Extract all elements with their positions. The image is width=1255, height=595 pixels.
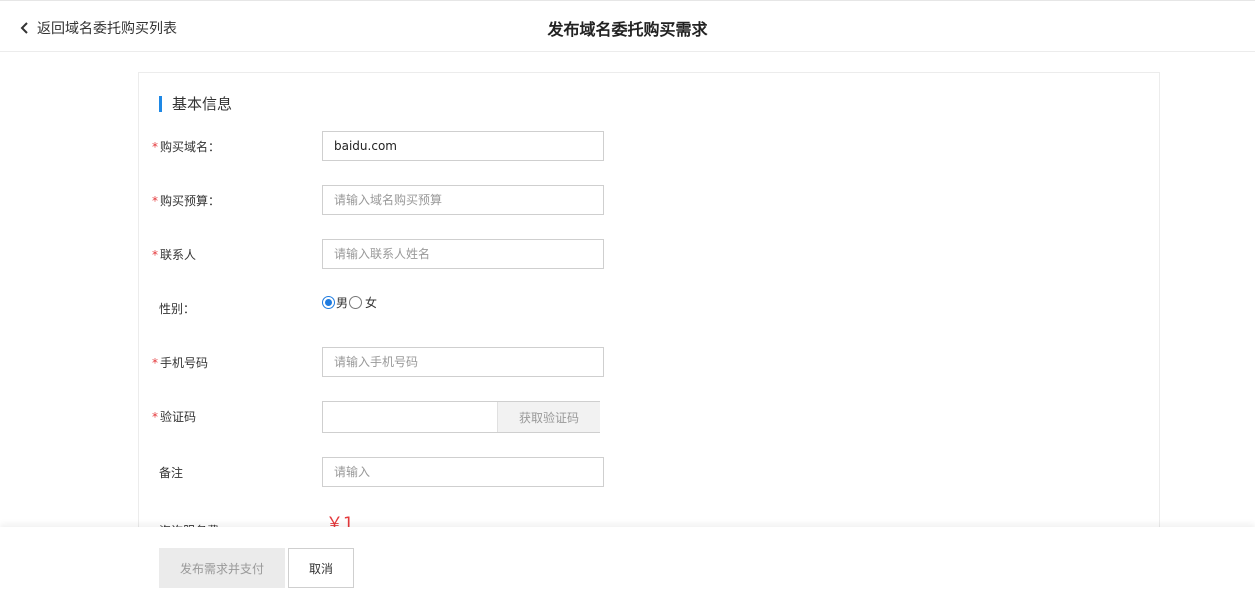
- section-header: 基本信息: [159, 93, 232, 114]
- gender-female-radio[interactable]: [349, 296, 363, 309]
- contact-label: * 联系人: [152, 248, 197, 262]
- required-mark: *: [152, 410, 158, 424]
- gender-label: 性别：: [159, 302, 196, 316]
- required-mark: *: [152, 194, 158, 208]
- remark-label: 备注: [159, 466, 184, 480]
- page-title: 发布域名委托购买需求: [547, 20, 708, 39]
- required-mark: *: [152, 356, 158, 370]
- footer-action-bar: 发布需求并支付 取消: [0, 527, 1255, 595]
- top-bar: 返回域名委托购买列表 发布域名委托购买需求: [0, 0, 1255, 52]
- code-input[interactable]: [323, 402, 498, 432]
- gender-male-radio[interactable]: [322, 296, 335, 309]
- contact-row: * 联系人: [139, 239, 1159, 271]
- get-code-button[interactable]: 获取验证码: [497, 402, 600, 432]
- gender-row: 性别： 男 女: [139, 293, 1159, 325]
- gender-radio-group: 男 女: [322, 294, 378, 311]
- domain-label: * 购买域名：: [152, 140, 221, 154]
- budget-input[interactable]: [322, 185, 604, 215]
- code-label: * 验证码: [152, 410, 197, 424]
- phone-row: * 手机号码: [139, 347, 1159, 379]
- domain-row: * 购买域名：: [139, 131, 1159, 163]
- phone-label: * 手机号码: [152, 356, 209, 370]
- budget-label: * 购买预算：: [152, 194, 221, 208]
- required-mark: *: [152, 140, 158, 154]
- section-accent-bar: [159, 95, 162, 112]
- basic-info-card: 基本信息 *购买域名： *购买预算： *联系人 性别： 男 女 *手机号码: [138, 72, 1160, 552]
- required-mark: *: [152, 248, 158, 262]
- remark-row: 备注: [139, 457, 1159, 489]
- phone-input[interactable]: [322, 347, 604, 377]
- budget-row: * 购买预算：: [139, 185, 1159, 217]
- cancel-button[interactable]: 取消: [288, 548, 354, 588]
- contact-input[interactable]: [322, 239, 604, 269]
- code-row: * 验证码 获取验证码: [139, 401, 1159, 433]
- submit-and-pay-button[interactable]: 发布需求并支付: [159, 548, 285, 588]
- section-title: 基本信息: [172, 95, 233, 113]
- code-field: 获取验证码: [322, 401, 600, 433]
- remark-input[interactable]: [322, 457, 604, 487]
- domain-input[interactable]: [322, 131, 604, 161]
- gender-male-label[interactable]: 男: [336, 294, 348, 311]
- gender-female-label[interactable]: 女: [365, 294, 377, 311]
